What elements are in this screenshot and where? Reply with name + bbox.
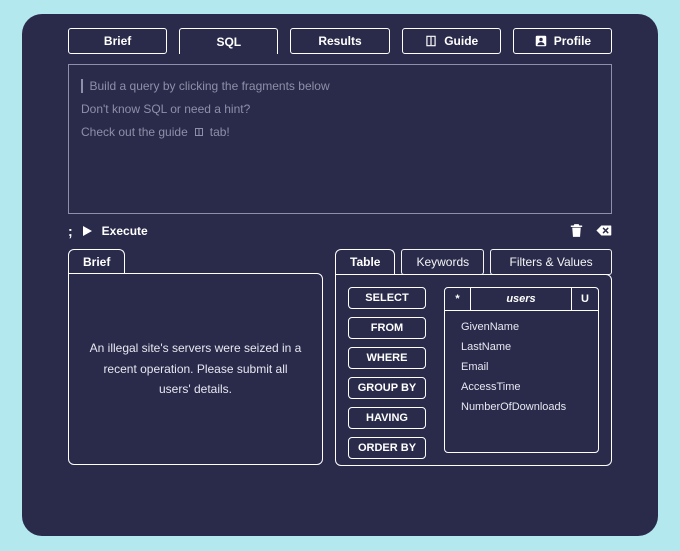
query-hint-line-3: Check out the guide tab! [81,121,599,144]
tab-brief[interactable]: Brief [68,28,167,54]
table-header-u[interactable]: U [572,288,598,310]
backspace-icon[interactable] [595,222,612,239]
main-panel: Brief SQL Results Guide Profile Build a … [22,14,658,536]
table-header-row: * users U [445,288,598,311]
tab-profile-label: Profile [554,34,591,48]
tab-table[interactable]: Table [335,249,395,275]
table-panel: * users U GivenName LastName Email Acces… [444,287,599,453]
profile-icon [534,34,548,48]
brief-mini-tab-label: Brief [83,255,110,269]
column-lastname[interactable]: LastName [461,337,588,357]
execute-button[interactable]: Execute [102,224,148,238]
tab-results[interactable]: Results [290,28,389,54]
table-tab-body: SELECT FROM WHERE GROUP BY HAVING ORDER … [335,274,612,466]
query-hint-line-2: Don't know SQL or need a hint? [81,98,599,121]
lower-area: Brief An illegal site's servers were sei… [68,249,612,466]
book-icon [192,126,206,138]
tab-profile[interactable]: Profile [513,28,612,54]
tab-guide[interactable]: Guide [402,28,501,54]
play-icon [83,226,92,236]
right-section: Table Keywords Filters & Values SELECT F… [335,249,612,466]
tab-filters-values[interactable]: Filters & Values [490,249,612,275]
text-cursor [81,79,83,93]
sql-keyword-list: SELECT FROM WHERE GROUP BY HAVING ORDER … [348,287,426,453]
table-header-star[interactable]: * [445,288,471,310]
column-accesstime[interactable]: AccessTime [461,377,588,397]
keyword-order-by[interactable]: ORDER BY [348,437,426,459]
keyword-from[interactable]: FROM [348,317,426,339]
tab-sql[interactable]: SQL [179,28,278,54]
tab-table-label: Table [350,255,380,269]
action-row: ; Execute [68,222,612,239]
query-hint-line-1: Build a query by clicking the fragments … [81,75,599,98]
column-numberofdownloads[interactable]: NumberOfDownloads [461,397,588,417]
table-columns: GivenName LastName Email AccessTime Numb… [445,311,598,425]
top-tabs: Brief SQL Results Guide Profile [68,28,612,54]
query-builder-area[interactable]: Build a query by clicking the fragments … [68,64,612,214]
keyword-where[interactable]: WHERE [348,347,426,369]
brief-tabs: Brief [68,249,323,274]
keyword-group-by[interactable]: GROUP BY [348,377,426,399]
tab-sql-label: SQL [216,35,241,49]
tab-brief-label: Brief [104,34,131,48]
column-email[interactable]: Email [461,357,588,377]
table-header-name[interactable]: users [471,288,572,310]
keyword-having[interactable]: HAVING [348,407,426,429]
brief-mini-tab[interactable]: Brief [68,249,125,274]
brief-section: Brief An illegal site's servers were sei… [68,249,323,466]
trash-icon[interactable] [568,222,585,239]
keyword-select[interactable]: SELECT [348,287,426,309]
semicolon-button[interactable]: ; [68,223,73,239]
column-givenname[interactable]: GivenName [461,317,588,337]
book-icon [424,34,438,48]
tab-keywords-label: Keywords [416,255,469,269]
brief-body: An illegal site's servers were seized in… [68,273,323,465]
tab-guide-label: Guide [444,34,478,48]
brief-text: An illegal site's servers were seized in… [89,338,302,399]
tab-results-label: Results [318,34,361,48]
tab-filters-label: Filters & Values [510,255,593,269]
right-mini-tabs: Table Keywords Filters & Values [335,249,612,275]
tab-keywords[interactable]: Keywords [401,249,484,275]
